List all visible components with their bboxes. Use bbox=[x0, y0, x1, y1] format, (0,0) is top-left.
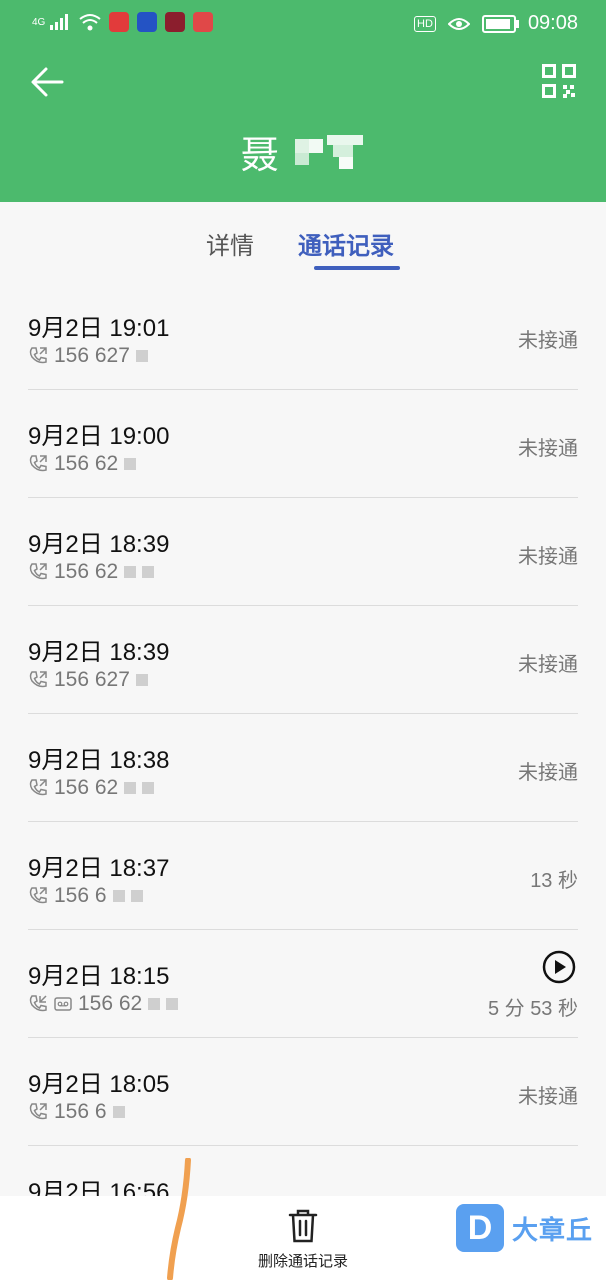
call-number-line: 156 62 bbox=[28, 992, 179, 1016]
call-log-row[interactable]: 9月2日 18:05 156 6 未接通 bbox=[0, 1038, 606, 1146]
call-time: 9月2日 18:39 bbox=[28, 639, 170, 666]
redacted-pixel bbox=[142, 782, 155, 794]
app-notification-icon bbox=[109, 12, 130, 32]
trash-icon bbox=[288, 1209, 318, 1243]
app-notification-icon bbox=[193, 12, 214, 32]
app-notification-icon bbox=[165, 12, 186, 32]
call-time: 9月2日 19:01 bbox=[28, 315, 170, 342]
call-number-line: 156 627 bbox=[28, 668, 148, 692]
call-number: 156 62 bbox=[54, 560, 119, 583]
back-arrow-icon[interactable] bbox=[28, 62, 68, 102]
call-time: 9月2日 18:37 bbox=[28, 855, 170, 882]
watermark-text: 大章丘 bbox=[512, 1214, 594, 1245]
call-number-line: 156 6 bbox=[28, 1100, 125, 1124]
contact-name: 聂 bbox=[0, 124, 606, 183]
phone-outgoing-icon bbox=[29, 347, 47, 364]
phone-outgoing-icon bbox=[29, 1103, 47, 1120]
call-number-line: 156 627 bbox=[28, 344, 148, 368]
status-left: 4G bbox=[32, 12, 214, 32]
call-status: 未接通 bbox=[518, 762, 578, 784]
redacted-pixel bbox=[112, 1106, 125, 1118]
network-type: 4G bbox=[32, 16, 46, 28]
redacted-pixel bbox=[135, 674, 148, 686]
phone-outgoing-icon bbox=[29, 563, 47, 580]
call-number: 156 62 bbox=[54, 776, 119, 799]
call-time: 9月2日 19:00 bbox=[28, 423, 170, 450]
call-duration: 13 秒 bbox=[530, 870, 578, 892]
redacted-pixel bbox=[130, 890, 143, 902]
phone-outgoing-icon bbox=[29, 779, 47, 796]
call-log-row[interactable]: 9月2日 19:00 156 62 未接通 bbox=[0, 390, 606, 498]
app-notification-icon bbox=[137, 12, 158, 32]
call-status: 未接通 bbox=[518, 438, 578, 460]
call-status: 未接通 bbox=[518, 1086, 578, 1108]
hd-badge: HD bbox=[414, 15, 436, 32]
redacted-pixel bbox=[124, 458, 137, 470]
orange-annotation-stroke bbox=[167, 1158, 191, 1280]
call-log-row[interactable]: 9月2日 19:01 156 627 未接通 bbox=[0, 282, 606, 390]
call-duration: 5 分 53 秒 bbox=[487, 998, 578, 1020]
call-number: 156 627 bbox=[54, 344, 130, 367]
phone-outgoing-icon bbox=[29, 887, 47, 904]
voicemail-icon bbox=[54, 997, 72, 1011]
call-number-line: 156 6 bbox=[28, 884, 143, 908]
tab-bar: 详情 通话记录 bbox=[0, 202, 606, 282]
eye-comfort-icon bbox=[447, 17, 470, 30]
redacted-pixel bbox=[166, 998, 179, 1010]
call-number: 156 6 bbox=[54, 884, 107, 907]
redacted-pixel bbox=[142, 566, 155, 578]
call-log-row[interactable]: 9月2日 18:39 156 62 未接通 bbox=[0, 498, 606, 606]
qr-code-icon[interactable] bbox=[542, 64, 576, 98]
watermark-logo: D 大章丘 bbox=[456, 1204, 593, 1252]
call-time: 9月2日 18:39 bbox=[28, 531, 170, 558]
redacted-pixel bbox=[124, 782, 137, 794]
call-time: 9月2日 18:38 bbox=[28, 747, 170, 774]
call-number-line: 156 62 bbox=[28, 560, 155, 584]
play-recording-icon[interactable] bbox=[542, 950, 576, 984]
signal-icon bbox=[50, 14, 69, 30]
call-number: 156 62 bbox=[78, 992, 143, 1015]
call-number: 156 6 bbox=[54, 1100, 107, 1123]
phone-outgoing-icon bbox=[29, 455, 47, 472]
contact-header: 4G HD 09:08 聂 bbox=[0, 0, 606, 202]
call-status: 未接通 bbox=[518, 330, 578, 352]
tab-active-indicator bbox=[314, 266, 400, 270]
call-time: 9月2日 18:15 bbox=[28, 963, 170, 990]
battery-icon bbox=[481, 14, 519, 33]
delete-call-log-label: 删除通话记录 bbox=[257, 1253, 348, 1270]
call-log-row[interactable]: 9月2日 18:38 156 62 未接通 bbox=[0, 714, 606, 822]
call-number-line: 156 62 bbox=[28, 452, 137, 476]
delete-call-log-button[interactable]: 删除通话记录 bbox=[240, 1206, 366, 1276]
status-bar: 4G HD 09:08 bbox=[0, 0, 606, 50]
call-log-row[interactable]: 9月2日 18:37 156 6 13 秒 bbox=[0, 822, 606, 930]
redacted-pixel bbox=[148, 998, 161, 1010]
call-status: 未接通 bbox=[518, 546, 578, 568]
clock: 09:08 bbox=[527, 12, 578, 34]
tab-call-log[interactable]: 通话记录 bbox=[298, 226, 394, 261]
tab-details[interactable]: 详情 bbox=[206, 226, 254, 261]
watermark-logo-badge: D bbox=[456, 1204, 504, 1252]
phone-outgoing-icon bbox=[29, 671, 47, 688]
phone-incoming-icon bbox=[29, 995, 47, 1012]
call-time: 9月2日 18:05 bbox=[28, 1071, 170, 1098]
call-log-row[interactable]: 9月2日 18:15 156 62 5 分 53 秒 bbox=[0, 930, 606, 1038]
wifi-icon bbox=[79, 14, 101, 31]
call-number-line: 156 62 bbox=[28, 776, 155, 800]
redacted-pixel bbox=[135, 350, 148, 362]
redacted-pixel bbox=[124, 566, 137, 578]
call-number: 156 627 bbox=[54, 668, 130, 691]
call-log-list: 9月2日 19:01 156 627 未接通 9月2日 19:00 156 62… bbox=[0, 282, 606, 1254]
redacted-name-pixels bbox=[293, 133, 365, 183]
contact-name-text: 聂 bbox=[240, 135, 281, 177]
call-number: 156 62 bbox=[54, 452, 119, 475]
call-log-row[interactable]: 9月2日 18:39 156 627 未接通 bbox=[0, 606, 606, 714]
status-right: HD 09:08 bbox=[414, 12, 578, 35]
redacted-pixel bbox=[112, 890, 125, 902]
call-status: 未接通 bbox=[518, 654, 578, 676]
